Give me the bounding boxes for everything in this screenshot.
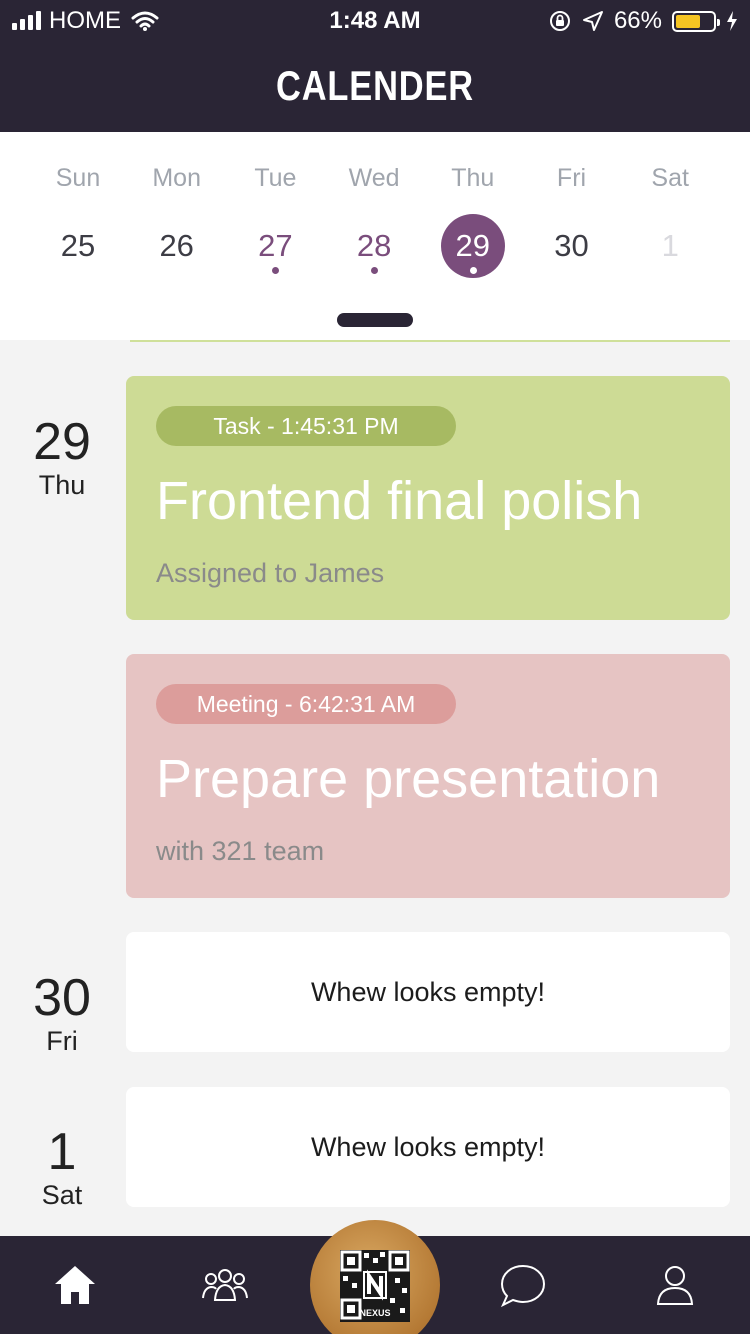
empty-day-card: Whew looks empty!: [126, 932, 730, 1052]
week-divider: [130, 340, 730, 342]
event-tag: Meeting - 6:42:31 AM: [156, 684, 456, 724]
tab-home[interactable]: [50, 1262, 100, 1308]
weekday-label: Mon: [152, 164, 201, 192]
date-number: 1: [661, 228, 679, 263]
date-cell[interactable]: 28: [342, 214, 406, 278]
date-number: 25: [60, 228, 96, 263]
weekday-label: Tue: [254, 164, 297, 192]
event-card-task[interactable]: Task - 1:45:31 PM Frontend final polish …: [126, 376, 730, 620]
empty-message: Whew looks empty!: [310, 1132, 546, 1162]
tab-chat[interactable]: [498, 1262, 548, 1308]
battery-icon: [672, 10, 720, 32]
status-bar: HOME 1:48 AM 66%: [0, 0, 750, 44]
empty-day-card: Whew looks empty!: [126, 1087, 730, 1207]
team-icon: [202, 1269, 248, 1301]
home-icon: [55, 1266, 95, 1304]
weekday-label: Thu: [451, 164, 495, 192]
tab-team[interactable]: [200, 1262, 250, 1308]
agenda-day-30: 30 Fri: [0, 970, 124, 1056]
agenda-day-number: 29: [33, 413, 91, 471]
weekday-label: Wed: [348, 164, 400, 192]
weekday-label: Fri: [556, 164, 587, 192]
qr-brand-label: NEXUS: [359, 1308, 391, 1318]
event-card-meeting[interactable]: Meeting - 6:42:31 AM Prepare presentatio…: [126, 654, 730, 898]
date-cell[interactable]: 26: [145, 214, 209, 278]
week-strip: Sun 25 Mon 26 Tue 27 Wed 28 Thu 29 Fri 30 Sat 1: [0, 132, 750, 340]
event-tag: Task - 1:45:31 PM: [156, 406, 456, 446]
app-header: CALENDER: [0, 44, 750, 132]
date-number: 30: [554, 228, 589, 263]
weekday-label: Sat: [651, 164, 689, 192]
date-cell[interactable]: 1: [638, 214, 702, 278]
date-cell[interactable]: 30: [540, 214, 604, 278]
agenda-day-29: 29 Thu: [0, 414, 124, 500]
event-title: Frontend final polish: [156, 471, 643, 531]
status-right: 66%: [548, 7, 738, 35]
battery-percent: 66%: [613, 7, 662, 34]
charging-bolt-icon: [727, 11, 737, 31]
chat-icon: [500, 1264, 546, 1308]
expand-calendar-handle[interactable]: [337, 313, 413, 327]
agenda-day-weekday: Fri: [46, 1026, 78, 1056]
date-number: 26: [159, 228, 194, 263]
rotation-lock-icon: [549, 11, 570, 31]
tab-profile[interactable]: [650, 1262, 700, 1308]
empty-message: Whew looks empty!: [310, 977, 546, 1007]
agenda-day-weekday: Sat: [41, 1180, 83, 1210]
location-arrow-icon: [582, 11, 603, 31]
selected-date-circle[interactable]: 29: [440, 214, 505, 278]
agenda-day-number: 1: [47, 1123, 77, 1181]
event-subtitle: Assigned to James: [156, 558, 385, 588]
page-title: CALENDER: [276, 62, 474, 109]
date-cell[interactable]: 25: [46, 214, 110, 278]
event-indicator-dot: [469, 267, 477, 274]
profile-icon: [656, 1266, 694, 1305]
agenda-day-weekday: Thu: [38, 470, 86, 500]
agenda-day-1: 1 Sat: [0, 1124, 124, 1210]
agenda-day-number: 30: [33, 969, 91, 1027]
date-cell[interactable]: 27: [243, 214, 307, 278]
event-subtitle: with 321 team: [156, 836, 325, 866]
weekday-label: Sun: [55, 164, 101, 192]
qr-scan-icon: NEXUS: [340, 1250, 410, 1322]
battery-level: [676, 14, 700, 28]
event-title: Prepare presentation: [156, 749, 661, 809]
